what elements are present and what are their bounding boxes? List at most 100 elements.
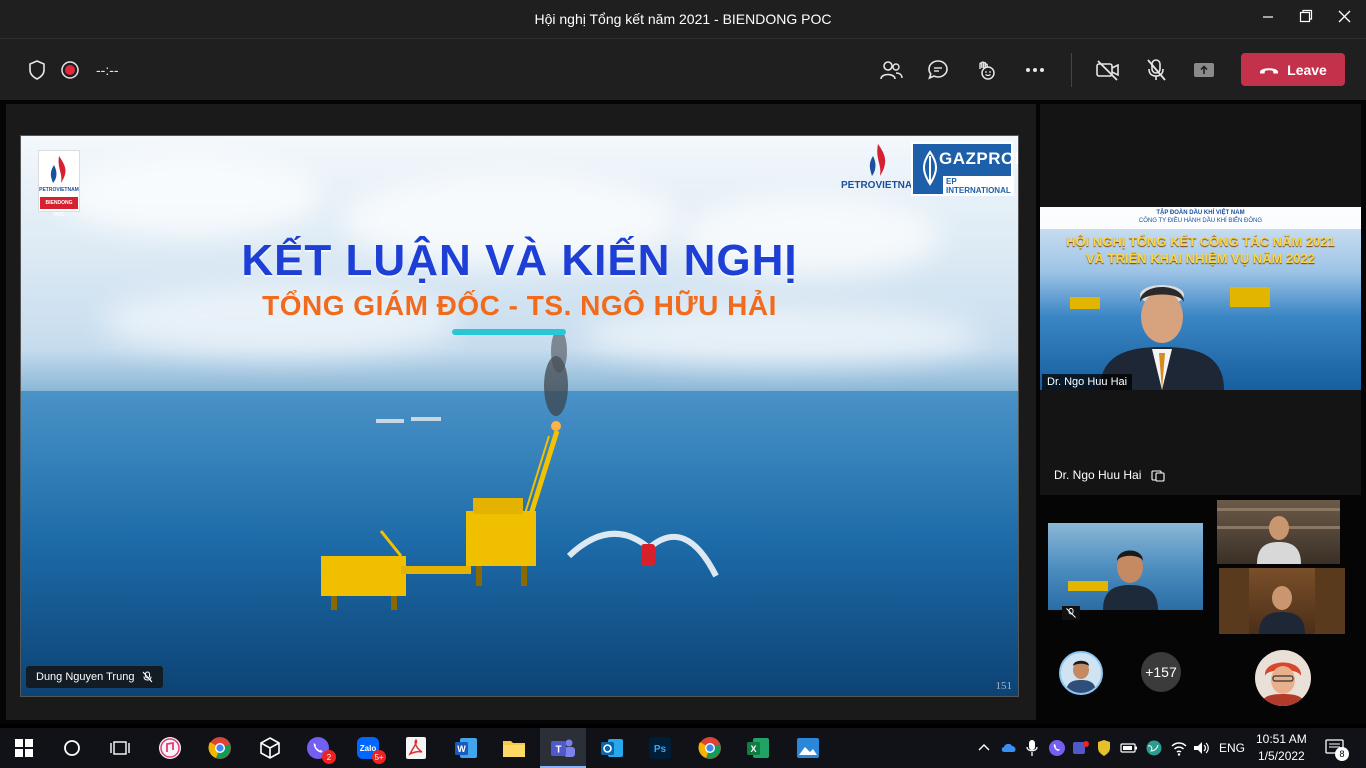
windows-icon — [15, 739, 33, 757]
volume-icon[interactable] — [1193, 740, 1211, 756]
wifi-icon[interactable] — [1170, 739, 1188, 757]
people-icon[interactable] — [878, 57, 904, 83]
share-icon[interactable] — [1191, 57, 1217, 83]
participant-person — [1219, 568, 1345, 634]
security-tray-icon[interactable] — [1097, 739, 1111, 757]
globe-tray-icon[interactable] — [1145, 739, 1163, 757]
leave-button[interactable]: Leave — [1241, 53, 1345, 86]
meeting-timer: --:-- — [96, 62, 119, 78]
taskbar-photos[interactable] — [794, 734, 822, 762]
speaker-person — [1070, 285, 1270, 390]
more-icon[interactable] — [1022, 57, 1048, 83]
clock-time[interactable]: 10:51 AM — [1256, 732, 1307, 746]
speaker-name: Dr. Ngo Huu Hai — [1054, 468, 1142, 482]
taskbar-chrome-1[interactable] — [206, 734, 234, 762]
taskbar-teams[interactable]: T — [549, 734, 577, 762]
avatar-photo — [1066, 660, 1096, 693]
participant-person — [1217, 508, 1340, 564]
gazprom-brand: GAZPROM — [939, 149, 1018, 168]
participant-avatar-2[interactable] — [1255, 650, 1311, 706]
chrome-icon — [698, 737, 721, 759]
svg-text:W: W — [457, 744, 466, 754]
presentation-slide: PETROVIETNAM BIENDONG POC PETROVIETNAM G… — [20, 135, 1019, 697]
banner-title-1: HỘI NGHỊ TỔNG KẾT CÔNG TÁC NĂM 2021 — [1066, 234, 1335, 249]
taskbar-excel[interactable]: X — [744, 734, 772, 762]
participant-person — [1068, 550, 1158, 610]
reactions-icon[interactable] — [973, 57, 999, 83]
teams-icon: T — [551, 739, 575, 757]
restore-icon — [1299, 9, 1313, 23]
sharing-icon — [1151, 469, 1165, 482]
language-indicator[interactable]: ENG — [1219, 741, 1245, 755]
tray-expand-icon[interactable] — [978, 742, 990, 752]
music-icon — [159, 737, 181, 759]
onedrive-icon[interactable] — [1000, 741, 1018, 753]
participant-video-3[interactable] — [1219, 568, 1345, 634]
title-bar: Hội nghị Tổng kết năm 2021 - BIENDONG PO… — [0, 0, 1366, 38]
record-icon[interactable] — [57, 57, 83, 83]
offshore-platform-illustration — [21, 329, 1018, 696]
petrovietnam-flame-icon — [869, 144, 886, 176]
svg-text:T: T — [555, 745, 561, 756]
banner-line-2: CÔNG TY ĐIỀU HÀNH DẦU KHÍ BIỂN ĐÔNG — [1138, 218, 1263, 224]
search-button[interactable] — [58, 734, 86, 762]
task-view-button[interactable] — [106, 734, 134, 762]
biendong-poc-logo: PETROVIETNAM BIENDONG POC — [38, 150, 80, 218]
slide-page-number: 151 — [995, 680, 1013, 692]
banner-line-1: TẬP ĐOÀN DẦU KHÍ VIỆT NAM — [1156, 210, 1245, 216]
taskbar-viber[interactable]: 2 — [304, 734, 336, 764]
teams-tray-icon[interactable] — [1072, 739, 1090, 757]
presenter-name-tag: Dung Nguyen Trung — [26, 666, 164, 688]
photos-icon — [797, 738, 819, 758]
speaker-video: TẬP ĐOÀN DẦU KHÍ VIỆT NAM CÔNG TY ĐIỀU H… — [1040, 207, 1361, 390]
taskbar-chrome-2[interactable] — [696, 734, 724, 762]
word-icon: W — [455, 738, 477, 758]
presenter-name: Dung Nguyen Trung — [36, 671, 135, 683]
close-button[interactable] — [1332, 8, 1356, 30]
camera-off-icon[interactable] — [1095, 57, 1121, 83]
excel-icon: X — [747, 738, 769, 758]
photoshop-icon: Ps — [649, 737, 671, 759]
battery-tray-icon[interactable] — [1120, 740, 1138, 756]
logo-left-subtext: BIENDONG POC — [40, 197, 78, 218]
notification-count: 8 — [1335, 747, 1349, 761]
viber-tray-icon[interactable] — [1048, 739, 1066, 757]
taskbar-word[interactable]: W — [452, 734, 480, 762]
participant-video-2[interactable] — [1217, 500, 1340, 564]
search-icon — [64, 740, 80, 756]
mic-off-icon[interactable] — [1143, 57, 1169, 83]
pdf-icon — [406, 737, 426, 759]
taskbar-photoshop[interactable]: Ps — [646, 734, 674, 762]
taskbar-acrobat[interactable] — [402, 734, 430, 762]
shield-icon[interactable] — [24, 57, 50, 83]
notifications-button[interactable]: 8 — [1325, 738, 1349, 761]
taskbar-itunes[interactable] — [156, 734, 184, 762]
taskbar-zalo[interactable]: Zalo 5+ — [354, 734, 386, 764]
phone-hangup-icon — [1260, 67, 1279, 73]
maximize-button[interactable] — [1294, 8, 1318, 30]
participant-video-1[interactable] — [1048, 523, 1203, 610]
avatar-photo — [1261, 662, 1305, 706]
slide-subtitle: TỔNG GIÁM ĐỐC - TS. NGÔ HỮU HẢI — [262, 290, 777, 321]
participant-avatar-1[interactable] — [1059, 651, 1103, 695]
clock-date[interactable]: 1/5/2022 — [1258, 749, 1305, 763]
taskbar-file-explorer[interactable] — [500, 734, 528, 762]
slide-accent-line — [452, 329, 566, 335]
petrovietnam-text: PETROVIETNAM — [841, 180, 921, 191]
speaker-video-tile[interactable]: TẬP ĐOÀN DẦU KHÍ VIỆT NAM CÔNG TY ĐIỀU H… — [1040, 104, 1361, 495]
start-button[interactable] — [10, 734, 38, 762]
windows-taskbar: 2 Zalo 5+ W T Ps X ENG 10:51 AM 1/5/2022 — [0, 728, 1366, 768]
logo-left-text: PETROVIETNAM — [39, 187, 79, 193]
minimize-button[interactable] — [1256, 8, 1280, 30]
chrome-icon — [208, 737, 231, 759]
taskbar-outlook[interactable] — [598, 734, 626, 762]
cube-icon — [260, 737, 280, 759]
shared-screen: PETROVIETNAM BIENDONG POC PETROVIETNAM G… — [6, 104, 1036, 720]
outlook-icon — [601, 739, 623, 757]
folder-icon — [503, 741, 525, 757]
mic-off-icon — [143, 671, 153, 683]
chat-icon[interactable] — [925, 57, 951, 83]
microphone-icon[interactable] — [1026, 739, 1038, 757]
taskbar-3d-app[interactable] — [256, 734, 284, 762]
more-participants-button[interactable]: +157 — [1141, 652, 1181, 692]
